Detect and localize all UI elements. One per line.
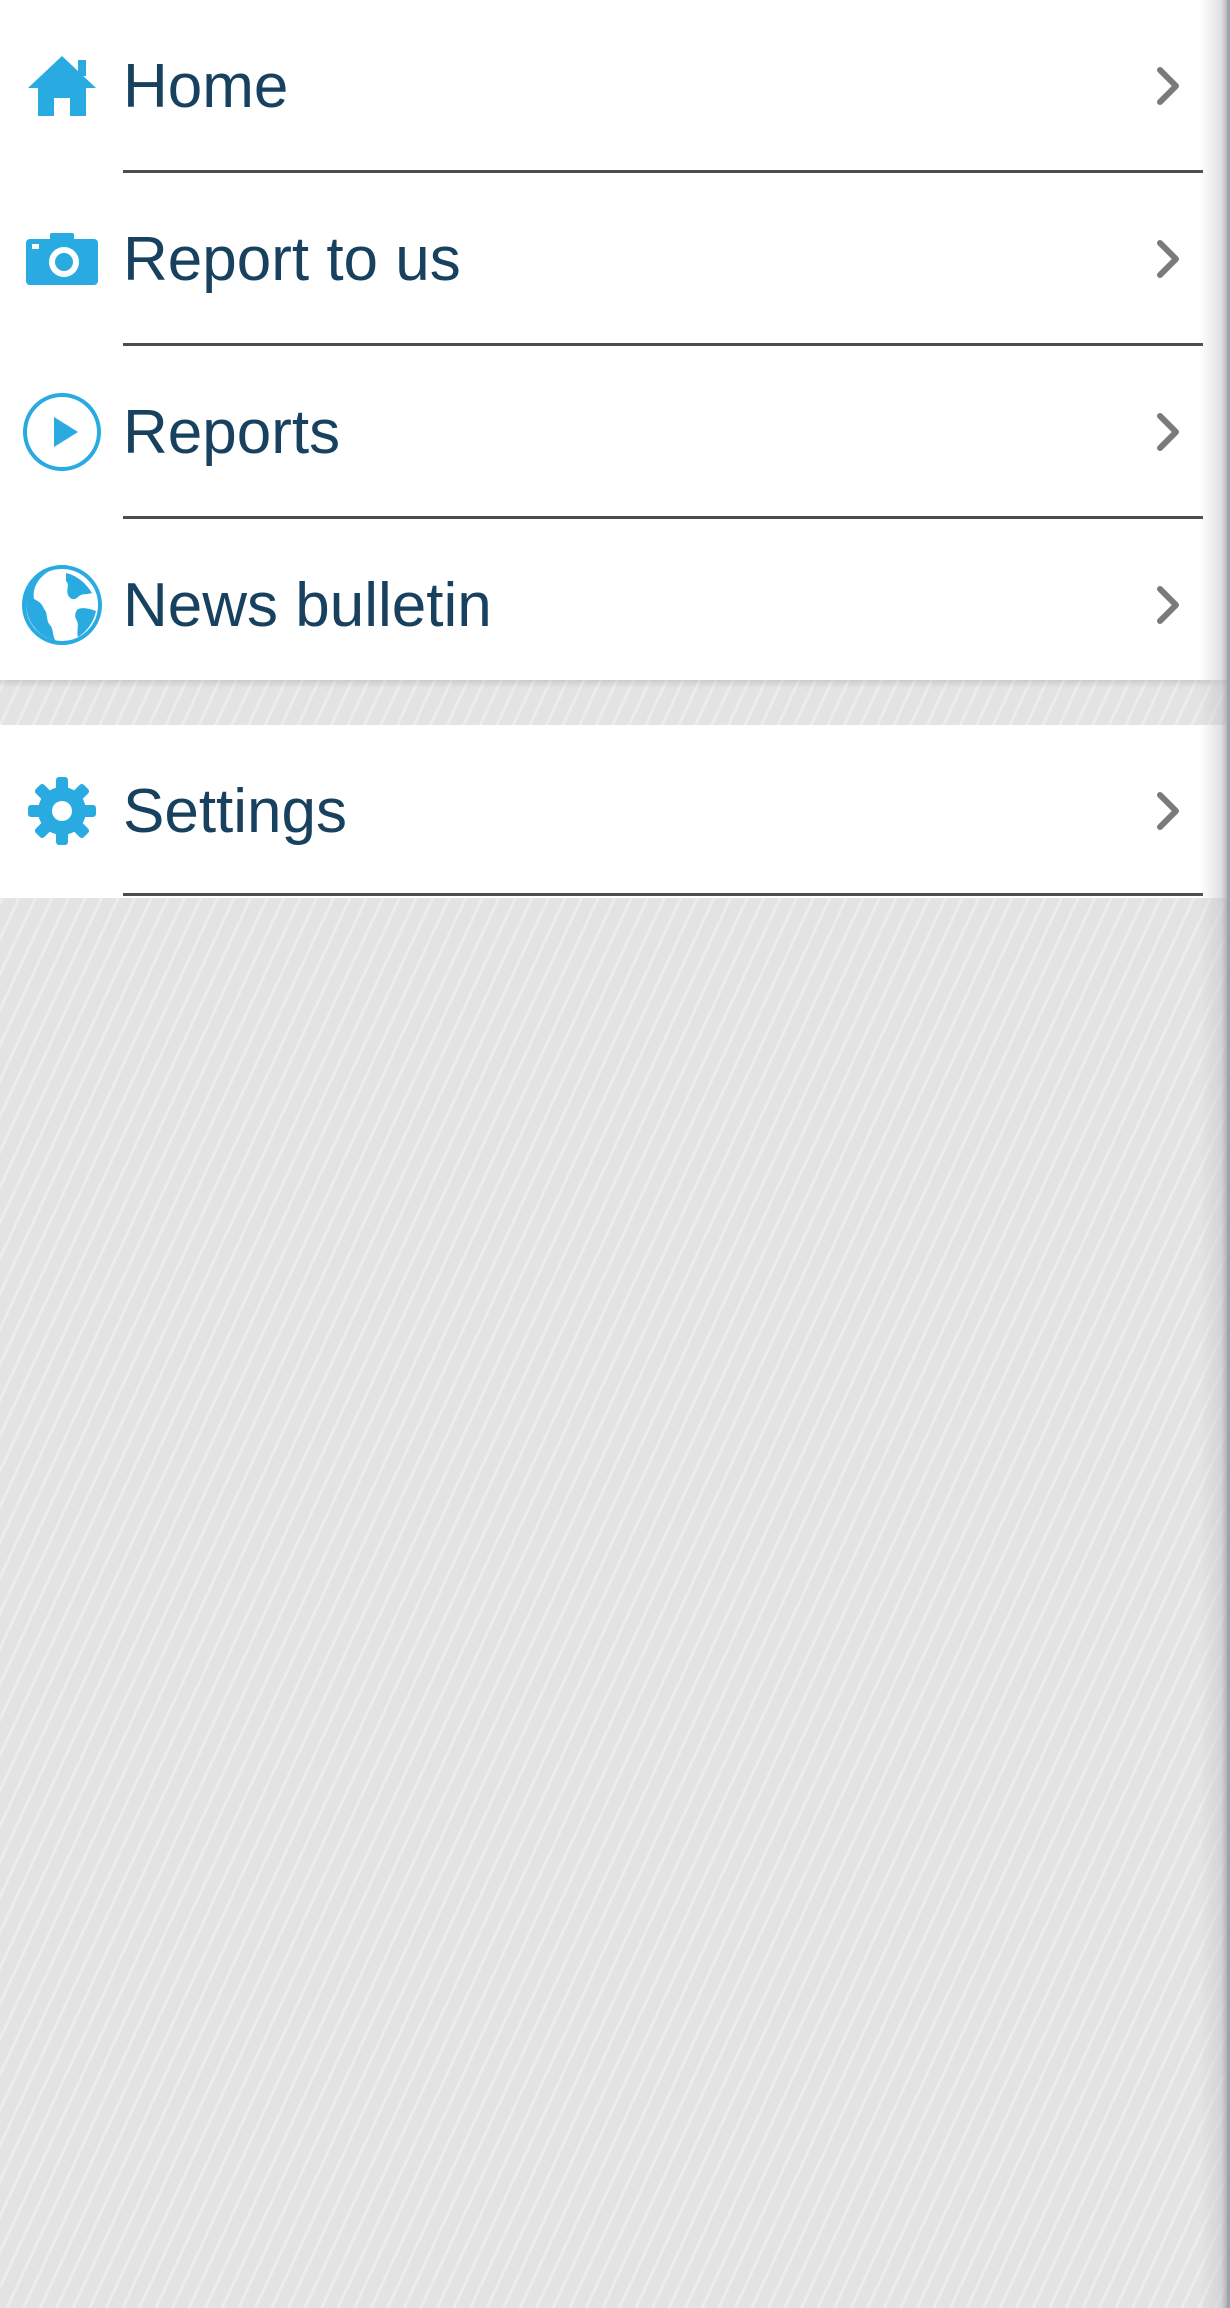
camera-icon xyxy=(20,217,104,301)
menu-item-label: Home xyxy=(123,52,289,121)
menu-item-settings[interactable]: Settings xyxy=(0,725,1230,898)
chevron-right-icon xyxy=(1154,235,1182,283)
chevron-right-icon xyxy=(1154,62,1182,110)
chevron-right-icon xyxy=(1154,581,1182,629)
globe-icon xyxy=(20,563,104,647)
menu-item-label: Report to us xyxy=(123,225,461,294)
menu-item-label: Settings xyxy=(123,777,348,846)
play-icon xyxy=(20,390,104,474)
settings-menu: Settings xyxy=(0,725,1230,898)
menu-item-label: News bulletin xyxy=(123,571,492,640)
home-icon xyxy=(20,44,104,128)
menu-item-home[interactable]: Home xyxy=(0,0,1230,173)
menu-item-report-to-us[interactable]: Report to us xyxy=(0,173,1230,346)
divider xyxy=(123,893,1203,896)
menu-item-label: Reports xyxy=(123,398,341,467)
menu-item-news-bulletin[interactable]: News bulletin xyxy=(0,519,1230,692)
chevron-right-icon xyxy=(1154,408,1182,456)
menu-item-reports[interactable]: Reports xyxy=(0,346,1230,519)
gear-icon xyxy=(20,769,104,853)
chevron-right-icon xyxy=(1154,787,1182,835)
main-menu: Home Report to us Reports News bulletin xyxy=(0,0,1230,680)
